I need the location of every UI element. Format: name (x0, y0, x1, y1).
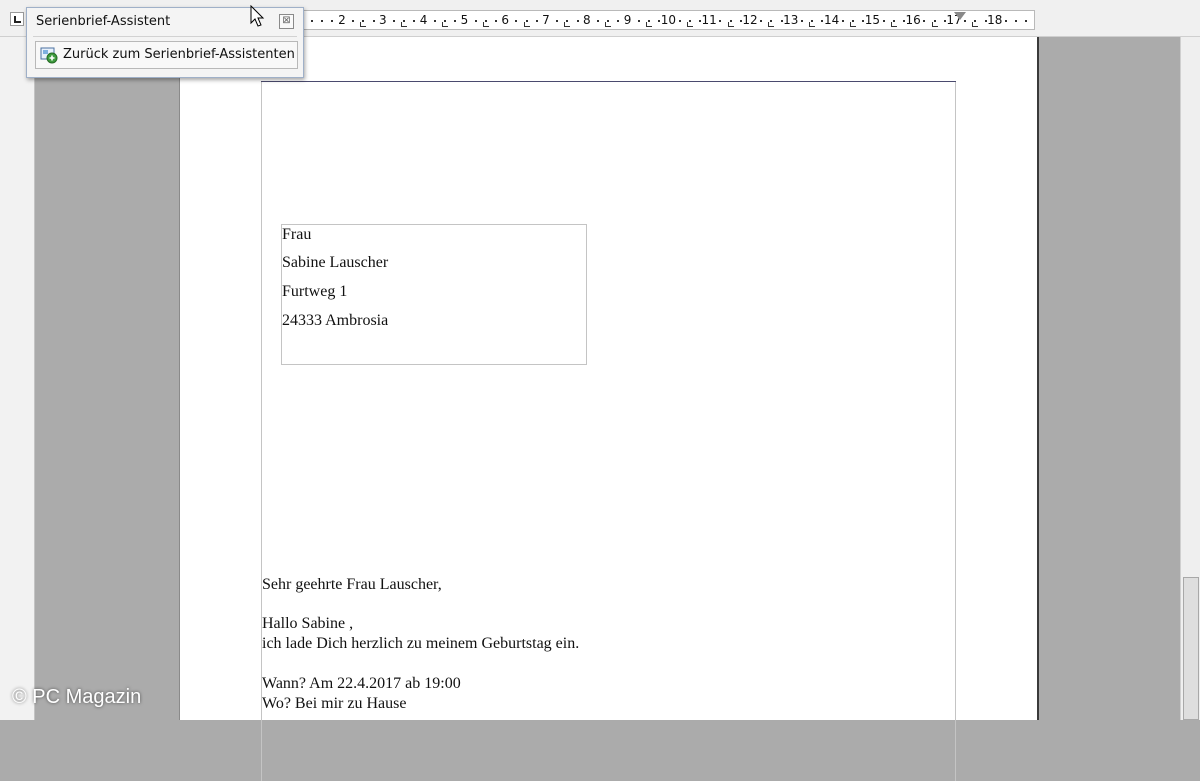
letter-greeting: Hallo Sabine , (262, 615, 354, 632)
ruler-dot (321, 20, 323, 22)
tab-stop-marker (523, 22, 530, 27)
ruler-number: 18 (987, 13, 1003, 27)
address-line-name: Sabine Lauscher (282, 254, 389, 271)
letter-salutation: Sehr geehrte Frau Lauscher, (262, 576, 442, 593)
ruler-dot (495, 20, 497, 22)
tab-stop-marker (850, 22, 856, 27)
ruler-dot (311, 20, 313, 22)
ruler-dot (801, 20, 803, 22)
ruler-number: 13 (783, 13, 799, 27)
ruler-dot (474, 20, 477, 22)
header-line (261, 81, 956, 82)
ruler-dot (576, 20, 579, 22)
ruler-dot (882, 20, 885, 22)
ruler-number: 15 (864, 13, 881, 27)
tab-stop-marker (727, 22, 734, 27)
ruler-number: 8 (582, 13, 591, 27)
tab-stop-selector[interactable] (10, 12, 24, 26)
ruler-number: 12 (742, 13, 758, 27)
ruler-number: 2 (338, 13, 346, 27)
ruler-dot (1015, 20, 1018, 22)
tab-stop-marker (972, 22, 979, 27)
ruler-dot (1025, 20, 1028, 22)
ruler-number: 6 (501, 13, 510, 27)
right-indent-marker[interactable] (954, 12, 966, 20)
horizontal-ruler[interactable]: 2 3 4 5 6 7 8 9 10 11 12 13 14 15 16 17 18 (300, 10, 1035, 30)
address-line-city: 24333 Ambrosia (282, 312, 389, 329)
ruler-number: 9 (623, 13, 632, 27)
ruler-dot (841, 20, 844, 22)
tab-stop-marker (809, 22, 816, 27)
ruler-dot (331, 20, 333, 22)
ruler-dot (433, 20, 436, 22)
watermark: © PC Magazin (12, 686, 142, 708)
ruler-dot (372, 20, 375, 22)
ruler-number: 4 (419, 13, 428, 27)
letter-when: Wann? Am 22.4.2017 ab 19:00 (262, 675, 461, 692)
ruler-number: 5 (460, 13, 469, 27)
ruler-number: 16 (905, 13, 921, 27)
tab-stop-marker (605, 22, 612, 27)
ruler-dot (556, 20, 559, 22)
back-to-wizard-button[interactable]: Zurück zum Serienbrief-Assistenten (35, 41, 298, 69)
vertical-scrollbar[interactable] (1180, 37, 1200, 720)
ruler-number: 10 (660, 13, 677, 27)
tab-stop-marker (931, 22, 938, 27)
tab-stop-marker (360, 22, 367, 27)
address-line-salutation: Frau (282, 226, 312, 243)
vertical-ruler (0, 37, 35, 720)
ruler-dot (413, 20, 416, 22)
tab-stop-marker (890, 22, 897, 27)
ruler-number: 11 (701, 13, 717, 27)
document-page[interactable]: Frau Sabine Lauscher Furtweg 1 24333 Amb… (179, 37, 1039, 781)
tab-stop-marker (401, 22, 408, 27)
tab-stop-marker (686, 22, 693, 27)
ruler-dot (923, 20, 926, 22)
ruler-number: 3 (378, 13, 387, 27)
mouse-pointer-icon (250, 5, 265, 27)
ruler-dot (719, 20, 722, 22)
ruler-dot (535, 20, 538, 22)
toolbar-title: Serienbrief-Assistent (36, 14, 171, 29)
scrollbar-thumb[interactable] (1183, 577, 1199, 720)
ruler-dot (454, 20, 457, 22)
ruler-dot (964, 20, 967, 22)
ruler-number: 14 (823, 13, 840, 27)
ruler-dot (760, 20, 763, 22)
ruler-dot (393, 20, 395, 22)
ruler-dot (637, 20, 640, 22)
ruler-dot (352, 20, 355, 22)
address-line-street: Furtweg 1 (282, 283, 348, 300)
tab-stop-marker (482, 22, 489, 27)
tab-stop-marker (564, 22, 571, 27)
letter-where: Wo? Bei mir zu Hause (262, 695, 407, 712)
tab-stop-marker (768, 22, 775, 27)
ruler-dot (597, 20, 599, 22)
ruler-dot (678, 20, 681, 22)
toolbar-separator (33, 36, 297, 37)
mail-merge-icon (40, 47, 58, 64)
tab-stop-marker (646, 22, 652, 27)
ruler-dot (617, 20, 620, 22)
back-to-wizard-label: Zurück zum Serienbrief-Assistenten (63, 47, 295, 62)
ruler-number: 7 (542, 13, 550, 27)
tab-stop-marker (442, 22, 448, 27)
ruler-dot (515, 20, 518, 22)
ruler-dot (1005, 20, 1007, 22)
close-icon[interactable]: ⊠ (279, 14, 294, 29)
letter-invite: ich lade Dich herzlich zu meinem Geburts… (262, 635, 580, 652)
